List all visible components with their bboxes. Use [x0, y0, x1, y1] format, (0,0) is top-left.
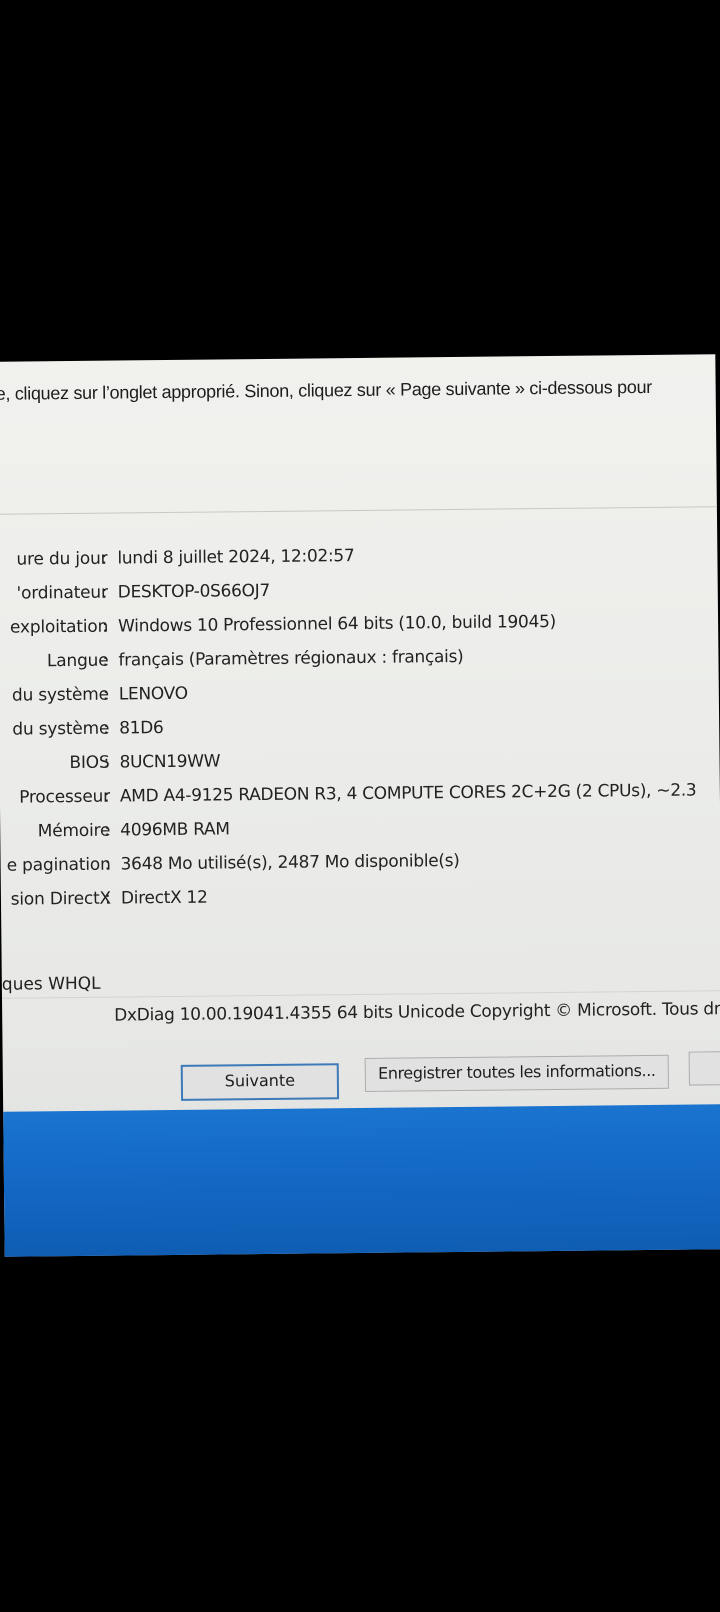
info-label: Mémoire	[37, 820, 111, 842]
save-all-information-button[interactable]: Enregistrer toutes les informations...	[364, 1054, 669, 1092]
info-row-computer-name: 'ordinateur : DESKTOP-0S66OJ7	[0, 576, 718, 612]
exit-button[interactable]	[688, 1050, 720, 1086]
info-row-directx-version: sion DirectX : DirectX 12	[1, 882, 720, 918]
info-value: 3648 Mo utilisé(s), 2487 Mo disponible(s…	[120, 850, 460, 875]
info-row-operating-system: exploitation : Windows 10 Professionnel …	[0, 610, 718, 646]
info-colon: :	[102, 650, 109, 671]
info-row-processor: Processeur : AMD A4-9125 RADEON R3, 4 CO…	[0, 780, 720, 816]
windows-taskbar	[3, 1103, 720, 1257]
info-label: sion DirectX	[10, 888, 112, 910]
whql-checkbox-label[interactable]: ques WHQL	[2, 974, 101, 995]
info-colon: :	[104, 820, 111, 841]
copyright-text: DxDiag 10.00.19041.4355 64 bits Unicode …	[114, 999, 720, 1026]
instruction-text: e, cliquez sur l’onglet approprié. Sinon…	[0, 376, 653, 404]
info-colon: :	[104, 854, 111, 875]
info-label: 'ordinateur	[16, 582, 108, 604]
info-colon: :	[103, 718, 110, 739]
info-label: du système	[12, 718, 110, 740]
info-label: Processeur	[19, 786, 110, 808]
info-value: 8UCN19WW	[119, 751, 221, 773]
info-value: DESKTOP-0S66OJ7	[117, 580, 271, 603]
section-divider	[0, 506, 717, 515]
info-label: exploitation	[9, 616, 109, 638]
dxdiag-window: e, cliquez sur l’onglet approprié. Sinon…	[0, 354, 720, 1257]
info-row-memory: Mémoire : 4096MB RAM	[0, 814, 720, 850]
info-value: lundi 8 juillet 2024, 12:02:57	[117, 546, 355, 569]
info-colon: :	[104, 888, 111, 909]
info-label: ure du jour	[16, 548, 108, 570]
info-value: DirectX 12	[120, 887, 208, 909]
next-page-button[interactable]: Suivante	[180, 1063, 340, 1101]
info-colon: :	[102, 616, 108, 637]
info-row-date: ure du jour : lundi 8 juillet 2024, 12:0…	[0, 542, 718, 578]
info-value: 4096MB RAM	[120, 819, 230, 841]
info-colon: :	[103, 786, 110, 807]
info-label: Langue	[46, 650, 109, 672]
info-row-system-manufacturer: du système : LENOVO	[0, 678, 719, 714]
info-colon: :	[101, 582, 108, 603]
info-colon: :	[102, 684, 109, 705]
info-colon: :	[101, 548, 108, 569]
info-row-page-file: e pagination : 3648 Mo utilisé(s), 2487 …	[1, 848, 720, 884]
info-row-bios: BIOS : 8UCN19WW	[0, 746, 720, 782]
info-value: 81D6	[119, 718, 164, 739]
info-colon: :	[103, 752, 110, 773]
info-value: LENOVO	[118, 683, 188, 705]
info-row-language: Langue : français (Paramètres régionaux …	[0, 644, 719, 680]
info-value: AMD A4-9125 RADEON R3, 4 COMPUTE CORES 2…	[119, 780, 697, 807]
photo-frame: e, cliquez sur l’onglet approprié. Sinon…	[0, 0, 720, 1612]
info-value: Windows 10 Professionnel 64 bits (10.0, …	[118, 611, 557, 637]
info-value: français (Paramètres régionaux : françai…	[118, 646, 464, 671]
info-label: du système	[11, 684, 109, 706]
info-row-system-model: du système : 81D6	[0, 712, 719, 748]
footer-divider	[1, 990, 720, 999]
info-label: e pagination	[6, 854, 111, 876]
